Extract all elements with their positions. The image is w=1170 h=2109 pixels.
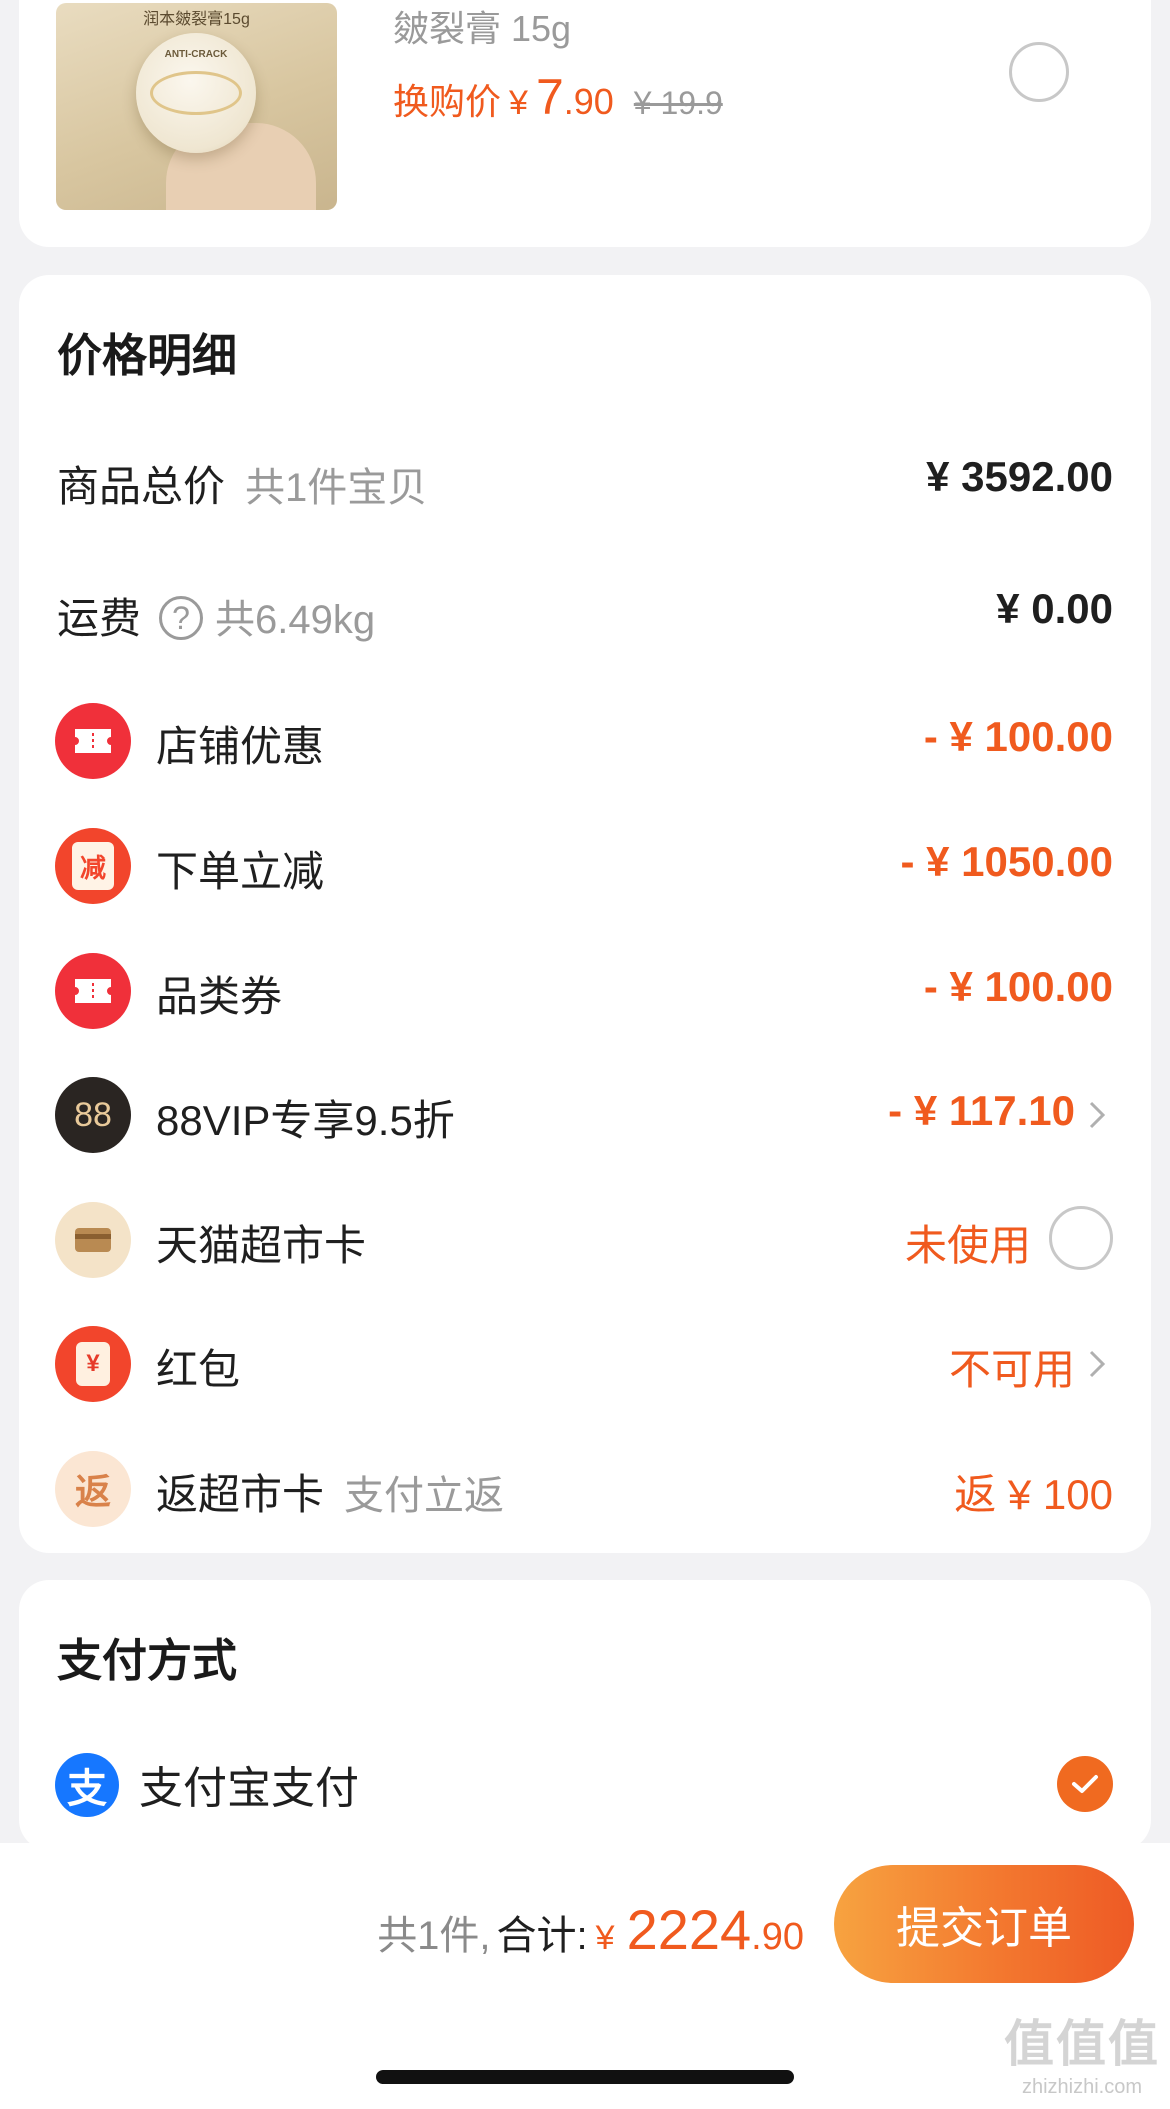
watermark-url: zhizhizhi.com (1021, 2076, 1143, 2098)
order-summary: 共1件, 合计: ¥ 2224 .90 (377, 1897, 804, 1962)
88vip-icon: 88 (55, 1077, 131, 1153)
home-indicator[interactable] (376, 2070, 794, 2084)
watermark: 值值值 zhizhizhi.com (1004, 2004, 1160, 2099)
category-coupon-value: - ¥ 100.00 (923, 963, 1113, 1010)
row-instant-reduction: 减 下单立减 - ¥ 1050.00 (19, 826, 1151, 906)
store-discount-label: 店铺优惠 (156, 723, 325, 770)
shipping-label: 运费 (57, 595, 142, 642)
reduce-icon-text: 减 (72, 842, 114, 890)
row-shipping: 运费? 共6.49kg ¥ 0.00 (19, 573, 1151, 653)
shipping-weight: 共6.49kg (215, 598, 376, 642)
product-image[interactable]: 润本皴裂膏15g ANTI-CRACK (56, 3, 337, 210)
row-supermarket-card[interactable]: 天猫超市卡 未使用 (19, 1200, 1151, 1280)
row-label: 运费? 共6.49kg (57, 585, 375, 646)
88vip-value: - ¥ 117.10 (888, 1087, 1075, 1134)
price-currency: ¥ (509, 84, 528, 122)
total-label: 合计: (496, 1914, 588, 1958)
row-88vip[interactable]: 88 88VIP专享9.5折 - ¥ 117.10 (19, 1075, 1151, 1155)
ticket-icon (55, 953, 131, 1029)
instant-reduction-value: - ¥ 1050.00 (900, 838, 1113, 885)
product-image-label: 润本皴裂膏15g (143, 11, 250, 28)
category-coupon-label: 品类券 (156, 973, 283, 1020)
price-integer: 7 (535, 69, 564, 125)
price-detail-title: 价格明细 (57, 330, 238, 381)
alipay-label[interactable]: 支付宝支付 (139, 1752, 359, 1816)
red-packet-icon-text: ¥ (76, 1342, 110, 1386)
check-icon[interactable] (1057, 1756, 1113, 1812)
row-cashback-card: 返 返超市卡 支付立返 返 ¥ 100 (19, 1449, 1151, 1529)
product-name: 皴裂膏 15g (393, 8, 572, 49)
shipping-value: ¥ 0.00 (996, 585, 1113, 632)
total-integer: 2224 (626, 1898, 752, 1961)
total-currency: ¥ (595, 1919, 615, 1957)
supermarket-card-value: 未使用 (904, 1222, 1031, 1269)
card-icon (55, 1202, 131, 1278)
reduce-icon: 减 (55, 828, 131, 904)
goods-total-value: ¥ 3592.00 (926, 453, 1113, 500)
total-decimal: .90 (751, 1916, 804, 1958)
red-packet-value: 不可用 (948, 1346, 1075, 1393)
supermarket-card-radio[interactable] (1049, 1206, 1113, 1270)
instant-reduction-label: 下单立减 (156, 848, 325, 895)
payment-title: 支付方式 (57, 1635, 238, 1686)
goods-count: 共1件宝贝 (245, 466, 428, 510)
red-packet-label: 红包 (156, 1346, 241, 1393)
supermarket-card-label: 天猫超市卡 (156, 1222, 367, 1269)
goods-total-label: 商品总价 (57, 463, 226, 510)
product-price: 换购价 ¥ 7 .90 ¥ 19.9 (393, 68, 723, 126)
row-label: 返超市卡 支付立返 (156, 1461, 504, 1522)
payment-card: 支付方式 支 支付宝支付 (19, 1580, 1151, 1850)
cashback-note: 支付立返 (344, 1474, 505, 1518)
cream-jar-text: ANTI-CRACK (164, 49, 228, 60)
88vip-icon-text: 88 (74, 1095, 112, 1134)
88vip-label: 88VIP专享9.5折 (156, 1097, 455, 1144)
red-packet-icon: ¥ (55, 1326, 131, 1402)
store-discount-value: - ¥ 100.00 (923, 713, 1113, 760)
help-icon[interactable]: ? (159, 595, 204, 640)
cream-jar-icon: ANTI-CRACK (136, 33, 256, 153)
bottom-bar: 共1件, 合计: ¥ 2224 .90 提交订单 值值值 zhizhizhi.c… (0, 1843, 1170, 2109)
row-goods-total: 商品总价 共1件宝贝 ¥ 3592.00 (19, 441, 1151, 521)
row-store-discount: 店铺优惠 - ¥ 100.00 (19, 701, 1151, 781)
return-icon-text: 返 (74, 1471, 111, 1512)
cashback-label: 返超市卡 (156, 1471, 325, 1518)
original-price: ¥ 19.9 (633, 85, 723, 121)
cashback-value: 返 ¥ 100 (954, 1471, 1113, 1518)
submit-order-button[interactable]: 提交订单 (834, 1865, 1134, 1983)
product-select-radio[interactable] (1009, 42, 1069, 102)
return-icon: 返 (55, 1451, 131, 1527)
ticket-icon (55, 703, 131, 779)
alipay-icon: 支 (55, 1753, 119, 1817)
price-label: 换购价 (393, 81, 502, 122)
chevron-right-icon (1089, 1101, 1106, 1129)
price-decimal: .90 (563, 81, 614, 122)
row-red-packet[interactable]: ¥ 红包 不可用 (19, 1324, 1151, 1404)
row-label: 商品总价 共1件宝贝 (57, 453, 427, 514)
product-card: 润本皴裂膏15g ANTI-CRACK 皴裂膏 15g 换购价 ¥ 7 .90 … (19, 0, 1151, 247)
watermark-logo: 值值值 (1004, 2016, 1160, 2072)
cream-jar-band (150, 71, 242, 115)
price-detail-card: 价格明细 商品总价 共1件宝贝 ¥ 3592.00 运费? 共6.49kg ¥ 0.… (19, 275, 1151, 1553)
chevron-right-icon (1089, 1350, 1106, 1378)
row-category-coupon: 品类券 - ¥ 100.00 (19, 951, 1151, 1031)
item-count: 共1件, (377, 1914, 491, 1958)
